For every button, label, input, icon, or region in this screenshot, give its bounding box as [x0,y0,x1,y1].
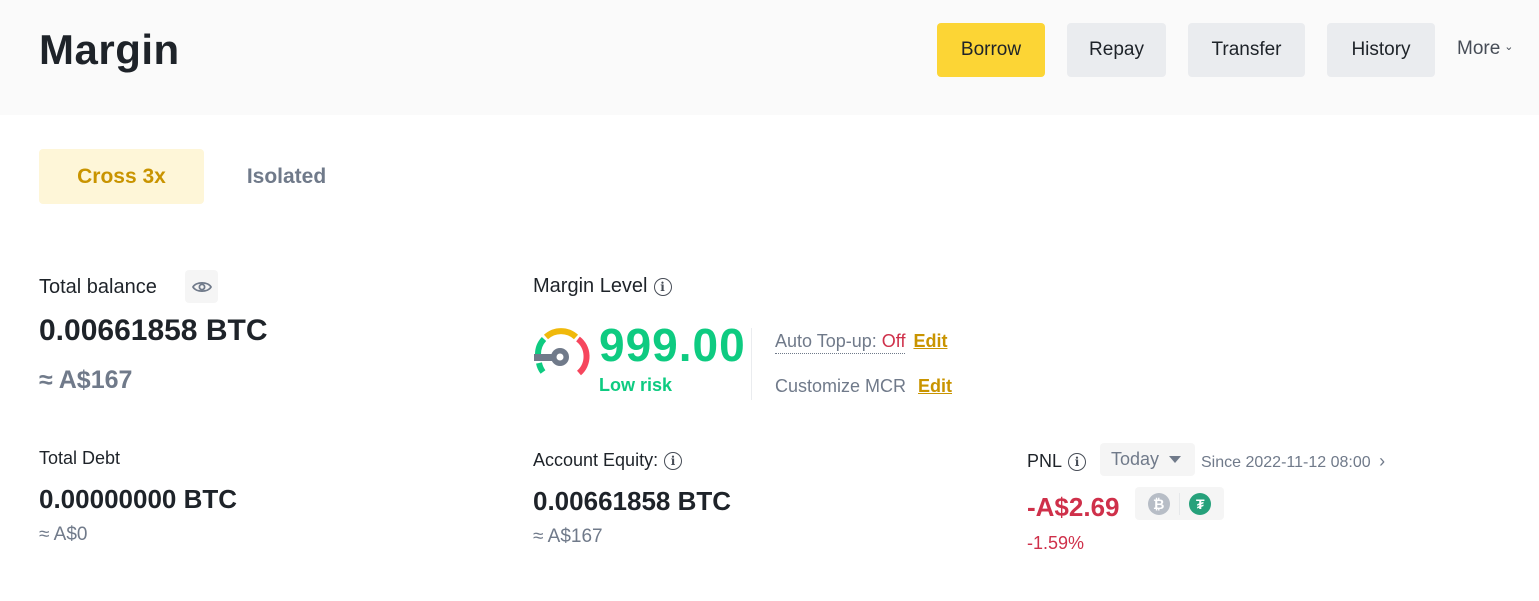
toggle-visibility-button[interactable] [185,270,218,303]
auto-topup-row: Auto Top-up: Off Edit [775,331,947,354]
history-button[interactable]: History [1327,23,1435,77]
more-label: More [1457,38,1501,59]
pnl-title: PNL i [1027,451,1087,472]
pnl-currency-toggle: ₿ ₮ [1135,487,1224,520]
edit-auto-topup-link[interactable]: Edit [913,331,947,351]
pnl-since-text: Since 2022-11-12 08:00 [1201,454,1371,471]
total-debt-value: 0.00000000 BTC [39,484,238,514]
divider [1178,492,1180,515]
eye-icon [191,281,212,292]
borrow-button[interactable]: Borrow [937,23,1045,77]
caret-down-icon [1169,456,1182,463]
pnl-period-select[interactable]: Today [1100,443,1195,476]
repay-button[interactable]: Repay [1067,23,1166,77]
tab-cross[interactable]: Cross 3x [39,149,204,204]
margin-level-value: 999.00 [599,319,746,371]
page-header: Margin Borrow Repay Transfer History Mor… [0,0,1539,115]
total-debt-label: Total Debt [39,448,121,468]
pnl-percent: -1.59% [1027,533,1085,553]
pnl-period-value: Today [1111,449,1160,469]
usdt-icon[interactable]: ₮ [1189,492,1212,515]
auto-topup-label: Auto Top-up: [775,331,877,351]
customize-mcr-row: Customize MCR Edit [775,376,952,397]
risk-status: Low risk [599,375,673,395]
btc-icon[interactable]: ₿ [1147,492,1170,515]
pnl-label: PNL [1027,451,1063,471]
info-icon[interactable]: i [664,452,683,471]
edit-mcr-link[interactable]: Edit [918,376,952,396]
more-menu[interactable]: More ⌄ [1457,38,1514,60]
risk-gauge-icon [534,328,590,376]
chevron-right-icon: › [1379,451,1386,471]
pnl-value: -A$2.69 [1027,492,1120,522]
margin-level-label: Margin Level [533,275,648,297]
account-equity-fiat: ≈ A$167 [533,526,603,547]
page-title: Margin [39,26,180,73]
auto-topup-status: Off [881,331,906,351]
chevron-down-icon: ⌄ [1504,40,1514,53]
customize-mcr-label: Customize MCR [775,376,907,396]
margin-level-title: Margin Level i [533,275,672,298]
account-equity-label: Account Equity: [533,450,659,470]
total-balance-value: 0.00661858 BTC [39,314,268,347]
info-icon[interactable]: i [1068,453,1087,472]
total-debt-fiat: ≈ A$0 [39,524,88,545]
pnl-since-link[interactable]: Since 2022-11-12 08:00 › [1201,451,1385,472]
account-equity-title: Account Equity: i [533,450,683,471]
divider [751,328,752,400]
tab-isolated[interactable]: Isolated [214,149,359,204]
info-icon[interactable]: i [653,277,672,296]
account-equity-value: 0.00661858 BTC [533,486,732,516]
transfer-button[interactable]: Transfer [1188,23,1305,77]
total-balance-label: Total balance [39,276,157,298]
total-balance-fiat: ≈ A$167 [39,366,133,394]
